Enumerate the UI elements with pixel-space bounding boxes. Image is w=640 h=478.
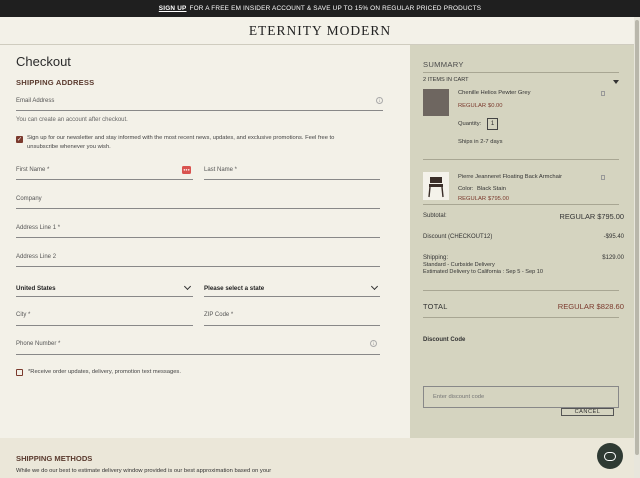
address-line2-underline [16, 266, 380, 267]
item-color: Black Stain [477, 186, 506, 192]
scrollbar-thumb[interactable] [635, 20, 639, 455]
shipping-methods-heading: SHIPPING METHODS [16, 454, 93, 463]
summary-title: SUMMARY [423, 60, 464, 69]
newsletter-checkbox[interactable]: ✓ [16, 136, 23, 143]
item-name[interactable]: Pierre Jeanneret Floating Back Armchair [458, 174, 562, 180]
first-name-underline [16, 179, 193, 180]
last-name-field[interactable]: Last Name * [204, 167, 237, 173]
city-field[interactable]: City * [16, 312, 30, 318]
site-header: ETERNITY MODERN [0, 17, 640, 45]
summary-divider [423, 72, 619, 73]
brand-logo[interactable]: ETERNITY MODERN [249, 23, 391, 39]
shipping-label: Shipping: [423, 255, 449, 261]
item-price-tag: REGULAR [458, 103, 487, 109]
shipping-address-heading: SHIPPING ADDRESS [16, 78, 95, 87]
delivery-estimate-prefix: Estimated Delivery to California : [423, 269, 506, 275]
product-image-chenille[interactable] [423, 89, 449, 116]
last-name-underline [204, 179, 380, 180]
shipping-method: Standard - Curbside Delivery [423, 262, 495, 268]
discount-code-input[interactable] [423, 386, 619, 408]
country-underline [16, 296, 193, 297]
total-label: TOTAL [423, 302, 448, 311]
checkout-form [0, 45, 410, 438]
trash-icon[interactable] [601, 91, 605, 96]
email-field[interactable]: Email Address [16, 98, 54, 104]
discount-label: Discount (CHECKOUT12) [423, 234, 493, 240]
company-field[interactable]: Company [16, 196, 42, 202]
trash-icon[interactable] [601, 175, 605, 180]
item-color-label: Color: [458, 186, 474, 192]
zip-field[interactable]: ZIP Code * [204, 312, 233, 318]
cancel-button[interactable]: CANCEL [561, 408, 614, 416]
ships-time: Ships in 2-7 days [458, 139, 503, 145]
phone-underline [16, 354, 380, 355]
cart-items-toggle[interactable]: 2 ITEMS IN CART [423, 77, 469, 83]
quantity-label: Quantity: [458, 121, 482, 127]
sign-up-link[interactable]: SIGN UP [159, 5, 187, 12]
email-hint: You can create an account after checkout… [16, 117, 128, 123]
country-select[interactable]: United States [16, 285, 56, 292]
caret-down-icon[interactable] [613, 80, 619, 84]
first-name-field[interactable]: First Name * [16, 167, 49, 173]
total-bottom-divider [423, 317, 619, 318]
items-end-divider [423, 204, 619, 205]
delivery-estimate-dates: Sep 5 - Sep 10 [505, 269, 544, 275]
state-select[interactable]: Please select a state [204, 285, 264, 292]
phone-field[interactable]: Phone Number * [16, 341, 60, 347]
item-price: $795.00 [488, 196, 509, 202]
autofill-badge-icon[interactable]: ●●● [182, 166, 191, 174]
discount-value: -$95.40 [603, 234, 624, 240]
newsletter-text: Sign up for our newsletter and stay info… [27, 135, 335, 150]
discount-code-heading: Discount Code [423, 337, 466, 343]
page-title: Checkout [16, 54, 71, 69]
zip-underline [204, 325, 380, 326]
subtotal-value: REGULAR $795.00 [559, 212, 625, 221]
company-underline [16, 208, 380, 209]
item-divider [423, 159, 619, 160]
state-underline [204, 296, 380, 297]
armchair-icon [428, 177, 444, 198]
chat-icon [604, 451, 616, 461]
chat-button[interactable] [597, 443, 623, 469]
address-line1-field[interactable]: Address Line 1 * [16, 225, 60, 231]
item-name[interactable]: Chenille Helios Pewter Grey [458, 90, 531, 96]
phone-info-icon[interactable]: i [370, 340, 377, 347]
sms-checkbox[interactable] [16, 369, 23, 376]
city-underline [16, 325, 193, 326]
promo-text: FOR A FREE EM INSIDER ACCOUNT & SAVE UP … [189, 5, 482, 12]
promo-banner: SIGN UP FOR A FREE EM INSIDER ACCOUNT & … [0, 0, 640, 17]
sms-text: *Receive order updates, delivery, promot… [28, 369, 181, 375]
product-image-armchair[interactable] [423, 172, 449, 200]
shipping-methods-text: While we do our best to estimate deliver… [16, 468, 272, 474]
item-price: $0.00 [488, 103, 503, 109]
quantity-stepper[interactable]: 1 [487, 118, 498, 130]
email-info-icon[interactable]: i [376, 97, 383, 104]
address-line1-underline [16, 237, 380, 238]
total-value: REGULAR $828.60 [557, 302, 624, 311]
subtotal-label: Subtotal: [423, 213, 447, 219]
item-price-tag: REGULAR [458, 196, 487, 202]
total-divider [423, 290, 619, 291]
delivery-estimate: Estimated Delivery to California : Sep 5… [423, 269, 543, 275]
address-line2-field[interactable]: Address Line 2 [16, 254, 56, 260]
shipping-value: $129.00 [602, 255, 624, 261]
email-underline [16, 110, 383, 111]
